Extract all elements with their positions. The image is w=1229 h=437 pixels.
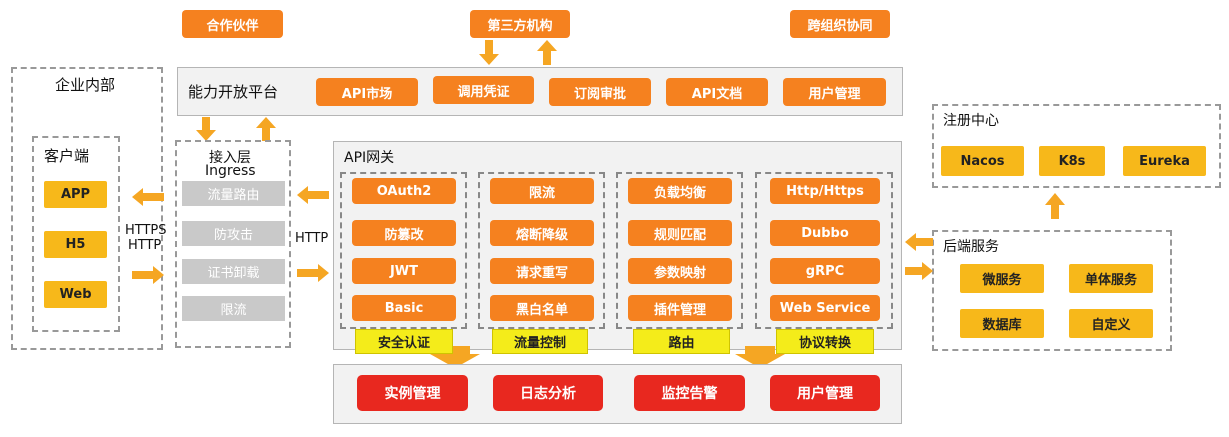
arrow-right-icon: [132, 266, 164, 284]
security-item: JWT: [352, 258, 456, 284]
group-label: 协议转换: [776, 329, 874, 354]
security-item: OAuth2: [352, 178, 456, 204]
arrow-right-icon: [905, 262, 933, 280]
protocol-item: Http/Https: [770, 178, 880, 204]
protocol-label: HTTPS: [125, 223, 167, 238]
platform-item: 订阅审批: [549, 78, 651, 106]
platform-item: API文档: [666, 78, 768, 106]
registry-item: Eureka: [1123, 146, 1206, 176]
client-web: Web: [44, 281, 107, 308]
routing-item: 插件管理: [628, 295, 732, 321]
client-title: 客户端: [44, 147, 90, 165]
http-label: HTTP: [295, 231, 329, 246]
backend-item: 微服务: [960, 264, 1044, 293]
backend-item: 单体服务: [1069, 264, 1153, 293]
platform-item: 调用凭证: [433, 76, 534, 104]
partner-box: 第三方机构: [470, 10, 570, 38]
ops-item: 监控告警: [634, 375, 745, 411]
routing-item: 规则匹配: [628, 220, 732, 246]
ingress-item: 防攻击: [182, 221, 285, 246]
client-h5: H5: [44, 231, 107, 258]
registry-title: 注册中心: [943, 113, 999, 129]
traffic-item: 熔断降级: [490, 220, 594, 246]
ingress-item: 限流: [182, 296, 285, 321]
routing-item: 参数映射: [628, 258, 732, 284]
platform-item: API市场: [316, 78, 418, 106]
platform-item: 用户管理: [783, 78, 886, 106]
ops-item: 实例管理: [357, 375, 468, 411]
traffic-item: 黑白名单: [490, 295, 594, 321]
protocol-item: Dubbo: [770, 220, 880, 246]
registry-item: K8s: [1039, 146, 1105, 176]
arrow-left-icon: [905, 233, 933, 251]
arrow-left-icon: [132, 188, 164, 206]
ingress-subtitle: Ingress: [205, 163, 256, 179]
ingress-item: 证书卸载: [182, 259, 285, 284]
gateway-title: API网关: [344, 150, 395, 166]
protocol-label: HTTP: [128, 238, 162, 253]
backend-item: 自定义: [1069, 309, 1153, 338]
security-item: Basic: [352, 295, 456, 321]
routing-item: 负载均衡: [628, 178, 732, 204]
partner-box: 合作伙伴: [182, 10, 283, 38]
ops-item: 日志分析: [493, 375, 603, 411]
group-label: 路由: [633, 329, 730, 354]
traffic-item: 限流: [490, 178, 594, 204]
arrow-up-icon: [1045, 193, 1065, 219]
group-label: 流量控制: [492, 329, 588, 354]
ingress-item: 流量路由: [182, 181, 285, 206]
ops-item: 用户管理: [770, 375, 880, 411]
group-label: 安全认证: [355, 329, 453, 354]
protocol-item: Web Service: [770, 295, 880, 321]
security-item: 防篡改: [352, 220, 456, 246]
protocol-item: gRPC: [770, 258, 880, 284]
registry-item: Nacos: [941, 146, 1024, 176]
arrow-right-icon: [297, 264, 329, 282]
client-app: APP: [44, 181, 107, 208]
exchange-arrows: [479, 40, 557, 65]
arrow-left-icon: [297, 186, 329, 204]
platform-title: 能力开放平台: [188, 83, 279, 101]
traffic-item: 请求重写: [490, 258, 594, 284]
backend-item: 数据库: [960, 309, 1044, 338]
enterprise-title: 企业内部: [55, 76, 116, 94]
partner-box: 跨组织协同: [790, 10, 890, 38]
backend-title: 后端服务: [943, 239, 999, 255]
